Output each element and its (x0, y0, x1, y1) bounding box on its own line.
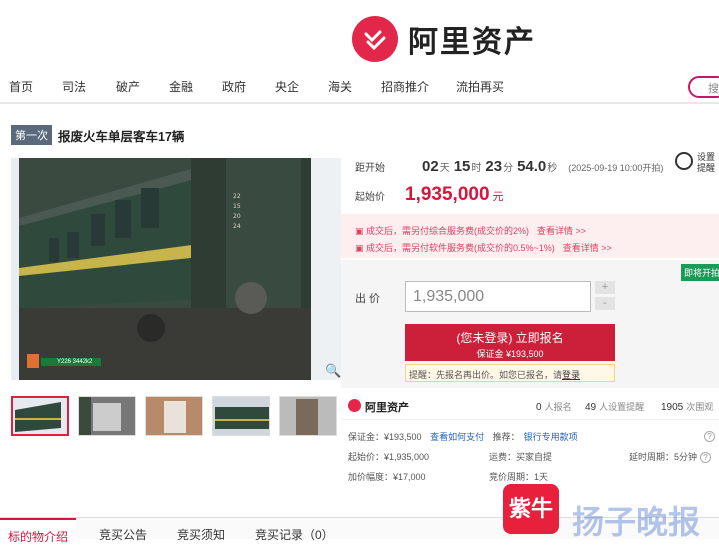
register-now-button[interactable]: (您未登录) 立即报名 保证金 ¥193,500 (405, 324, 615, 361)
fee-text-1: 成交后，需另付综合服务费(成交价的2%) (366, 226, 530, 236)
site-header: 阿里资产 (0, 0, 719, 68)
hint-text: 提醒：先报名再出价。如您已报名，请 (409, 370, 563, 380)
deposit-label: 保证金 ¥193,500 (476, 349, 544, 359)
zoom-icon[interactable]: 🔍 (325, 363, 341, 379)
countdown-days: 02 (422, 158, 439, 175)
round-badge: 第一次 (11, 125, 52, 145)
nav-relist[interactable]: 流拍再买 (456, 78, 504, 95)
remind-label-2: 提醒 (697, 163, 716, 173)
gift-icon: ▣ (355, 243, 367, 253)
how-to-pay-link[interactable]: 查看如何支付 (430, 432, 484, 442)
minutes-unit: 分 (503, 163, 514, 174)
start-price: 起始价 1,935,000 元 (355, 184, 504, 206)
deposit-text: 保证金：¥193,500 (348, 432, 422, 442)
nav-customs[interactable]: 海关 (328, 78, 352, 95)
brand-name: 阿里资产 (408, 26, 536, 59)
fee-row-1: ▣ 成交后，需另付综合服务费(成交价的2%) 查看详情 >> (355, 224, 586, 237)
nav-investment[interactable]: 招商推介 (381, 78, 429, 95)
tab-lot-intro[interactable]: 标的物介绍 (0, 518, 77, 545)
view-label: 次围观 (686, 402, 714, 412)
increase-bid-button[interactable]: + (595, 281, 615, 294)
fee-row-2: ▣ 成交后，需另付软件服务费(成交价的0.5%~1%) 查看详情 >> (355, 241, 612, 254)
login-hint: 提醒：先报名再出价。如您已报名，请登录 (405, 364, 615, 382)
bid-amount-input[interactable]: 1,935,000 (405, 281, 591, 312)
search-box[interactable]: 搜 (688, 76, 719, 98)
starting-soon-badge: 即将开拍 (681, 264, 719, 281)
detail-cycle: 竞价周期：1天 (489, 472, 549, 482)
reminder-value: 49 (585, 402, 597, 413)
svg-text:24: 24 (233, 223, 241, 230)
detail-increment: 加价幅度：¥17,000 (348, 472, 426, 482)
main-photo[interactable]: 22 15 20 24 Y226 3442k2 (11, 158, 341, 380)
tab-announcement[interactable]: 竞买公告 (99, 526, 147, 543)
tab-notice[interactable]: 竞买须知 (177, 526, 225, 543)
brand-logo-icon (352, 16, 398, 62)
thumbnail-4[interactable] (212, 396, 270, 436)
nav-home[interactable]: 首页 (9, 78, 33, 95)
thumbnail-3[interactable] (145, 396, 203, 436)
search-label: 搜 (708, 83, 719, 95)
bid-label: 出 价 (355, 293, 381, 305)
photo-caption: Y226 3442k2 (57, 359, 93, 365)
fee-text-2: 成交后，需另付软件服务费(成交价的0.5%~1%) (366, 243, 555, 253)
thumbnail-2[interactable] (78, 396, 136, 436)
brand-mini-icon (348, 399, 361, 412)
days-unit: 天 (439, 163, 450, 174)
watermark-logo: 紫牛 (503, 484, 559, 534)
start-price-label: 起始价 (355, 192, 385, 203)
fee-details-link-1[interactable]: 查看详情 >> (537, 226, 586, 236)
main-nav: 首页 司法 破产 金融 政府 央企 海关 招商推介 流拍再买 搜 (0, 68, 719, 104)
login-link[interactable]: 登录 (562, 370, 580, 380)
countdown-hours: 15 (453, 158, 471, 175)
watermark-text: 扬子晚报 (572, 504, 701, 540)
help-icon[interactable]: ? (700, 452, 712, 463)
detail-shipping: 运费：买家自提 (489, 452, 553, 462)
svg-text:15: 15 (233, 203, 241, 210)
hours-unit: 时 (471, 163, 482, 174)
detail-delay: 延时周期：5分钟? (629, 450, 712, 463)
recommend-label: 推荐： (492, 432, 520, 442)
alarm-clock-icon (675, 152, 693, 170)
fees-notice: ▣ 成交后，需另付综合服务费(成交价的2%) 查看详情 >> ▣ 成交后，需另付软… (341, 214, 719, 258)
start-price-value: 1,935,000 (405, 184, 490, 205)
signup-value: 0 (536, 402, 542, 413)
fee-details-link-2[interactable]: 查看详情 >> (563, 243, 612, 253)
nav-judicial[interactable]: 司法 (62, 78, 86, 95)
nav-finance[interactable]: 金融 (169, 78, 193, 95)
svg-text:20: 20 (233, 213, 241, 220)
seconds-unit: 秒 (547, 163, 558, 174)
brand-logo[interactable]: 阿里资产 (352, 16, 536, 62)
deposit-row: 保证金：¥193,500 查看如何支付 推荐： 银行专用款项 (348, 430, 578, 443)
stats-bar: 阿里资产 0 人报名 49 人设置提醒 1905 次围观 (341, 392, 719, 420)
tab-records[interactable]: 竞买记录（0） (255, 526, 334, 543)
detail-start-price: 起始价：¥1,935,000 (348, 452, 430, 462)
bid-box: 出 价 1,935,000 + - (您未登录) 立即报名 保证金 ¥193,5… (341, 260, 719, 388)
start-time-note: (2025-09-19 10:00开拍) (568, 163, 664, 173)
signup-label: 人报名 (544, 402, 572, 412)
help-icon[interactable]: ? (704, 431, 715, 442)
register-button-label: (您未登录) 立即报名 (456, 331, 564, 345)
signup-count: 0 人报名 (536, 400, 572, 413)
start-price-unit: 元 (492, 191, 504, 203)
view-count: 1905 次围观 (661, 400, 713, 413)
nav-government[interactable]: 政府 (222, 78, 246, 95)
gift-icon: ▣ (355, 226, 367, 236)
stats-brand: 阿里资产 (365, 402, 409, 414)
bank-payment-link[interactable]: 银行专用款项 (524, 432, 578, 442)
countdown-minutes: 23 (485, 158, 503, 175)
countdown-seconds: 54.0 (517, 158, 547, 175)
countdown: 距开始 02 天 15 时 23 分 54.0 秒 (2025-09-19 10:00开… (355, 158, 663, 175)
reminder-label: 人设置提醒 (599, 402, 645, 412)
nav-bankruptcy[interactable]: 破产 (116, 78, 140, 95)
svg-text:22: 22 (233, 193, 241, 200)
thumbnail-1[interactable] (11, 396, 69, 436)
reminder-count: 49 人设置提醒 (585, 400, 644, 413)
thumbnail-5[interactable] (279, 396, 337, 436)
delay-text: 延时周期：5分钟 (629, 452, 698, 462)
countdown-label: 距开始 (355, 163, 385, 174)
decrease-bid-button[interactable]: - (595, 297, 615, 310)
lot-title: 报废火车单层客车17辆 (58, 130, 185, 144)
view-value: 1905 (661, 402, 684, 413)
nav-soe[interactable]: 央企 (275, 78, 299, 95)
